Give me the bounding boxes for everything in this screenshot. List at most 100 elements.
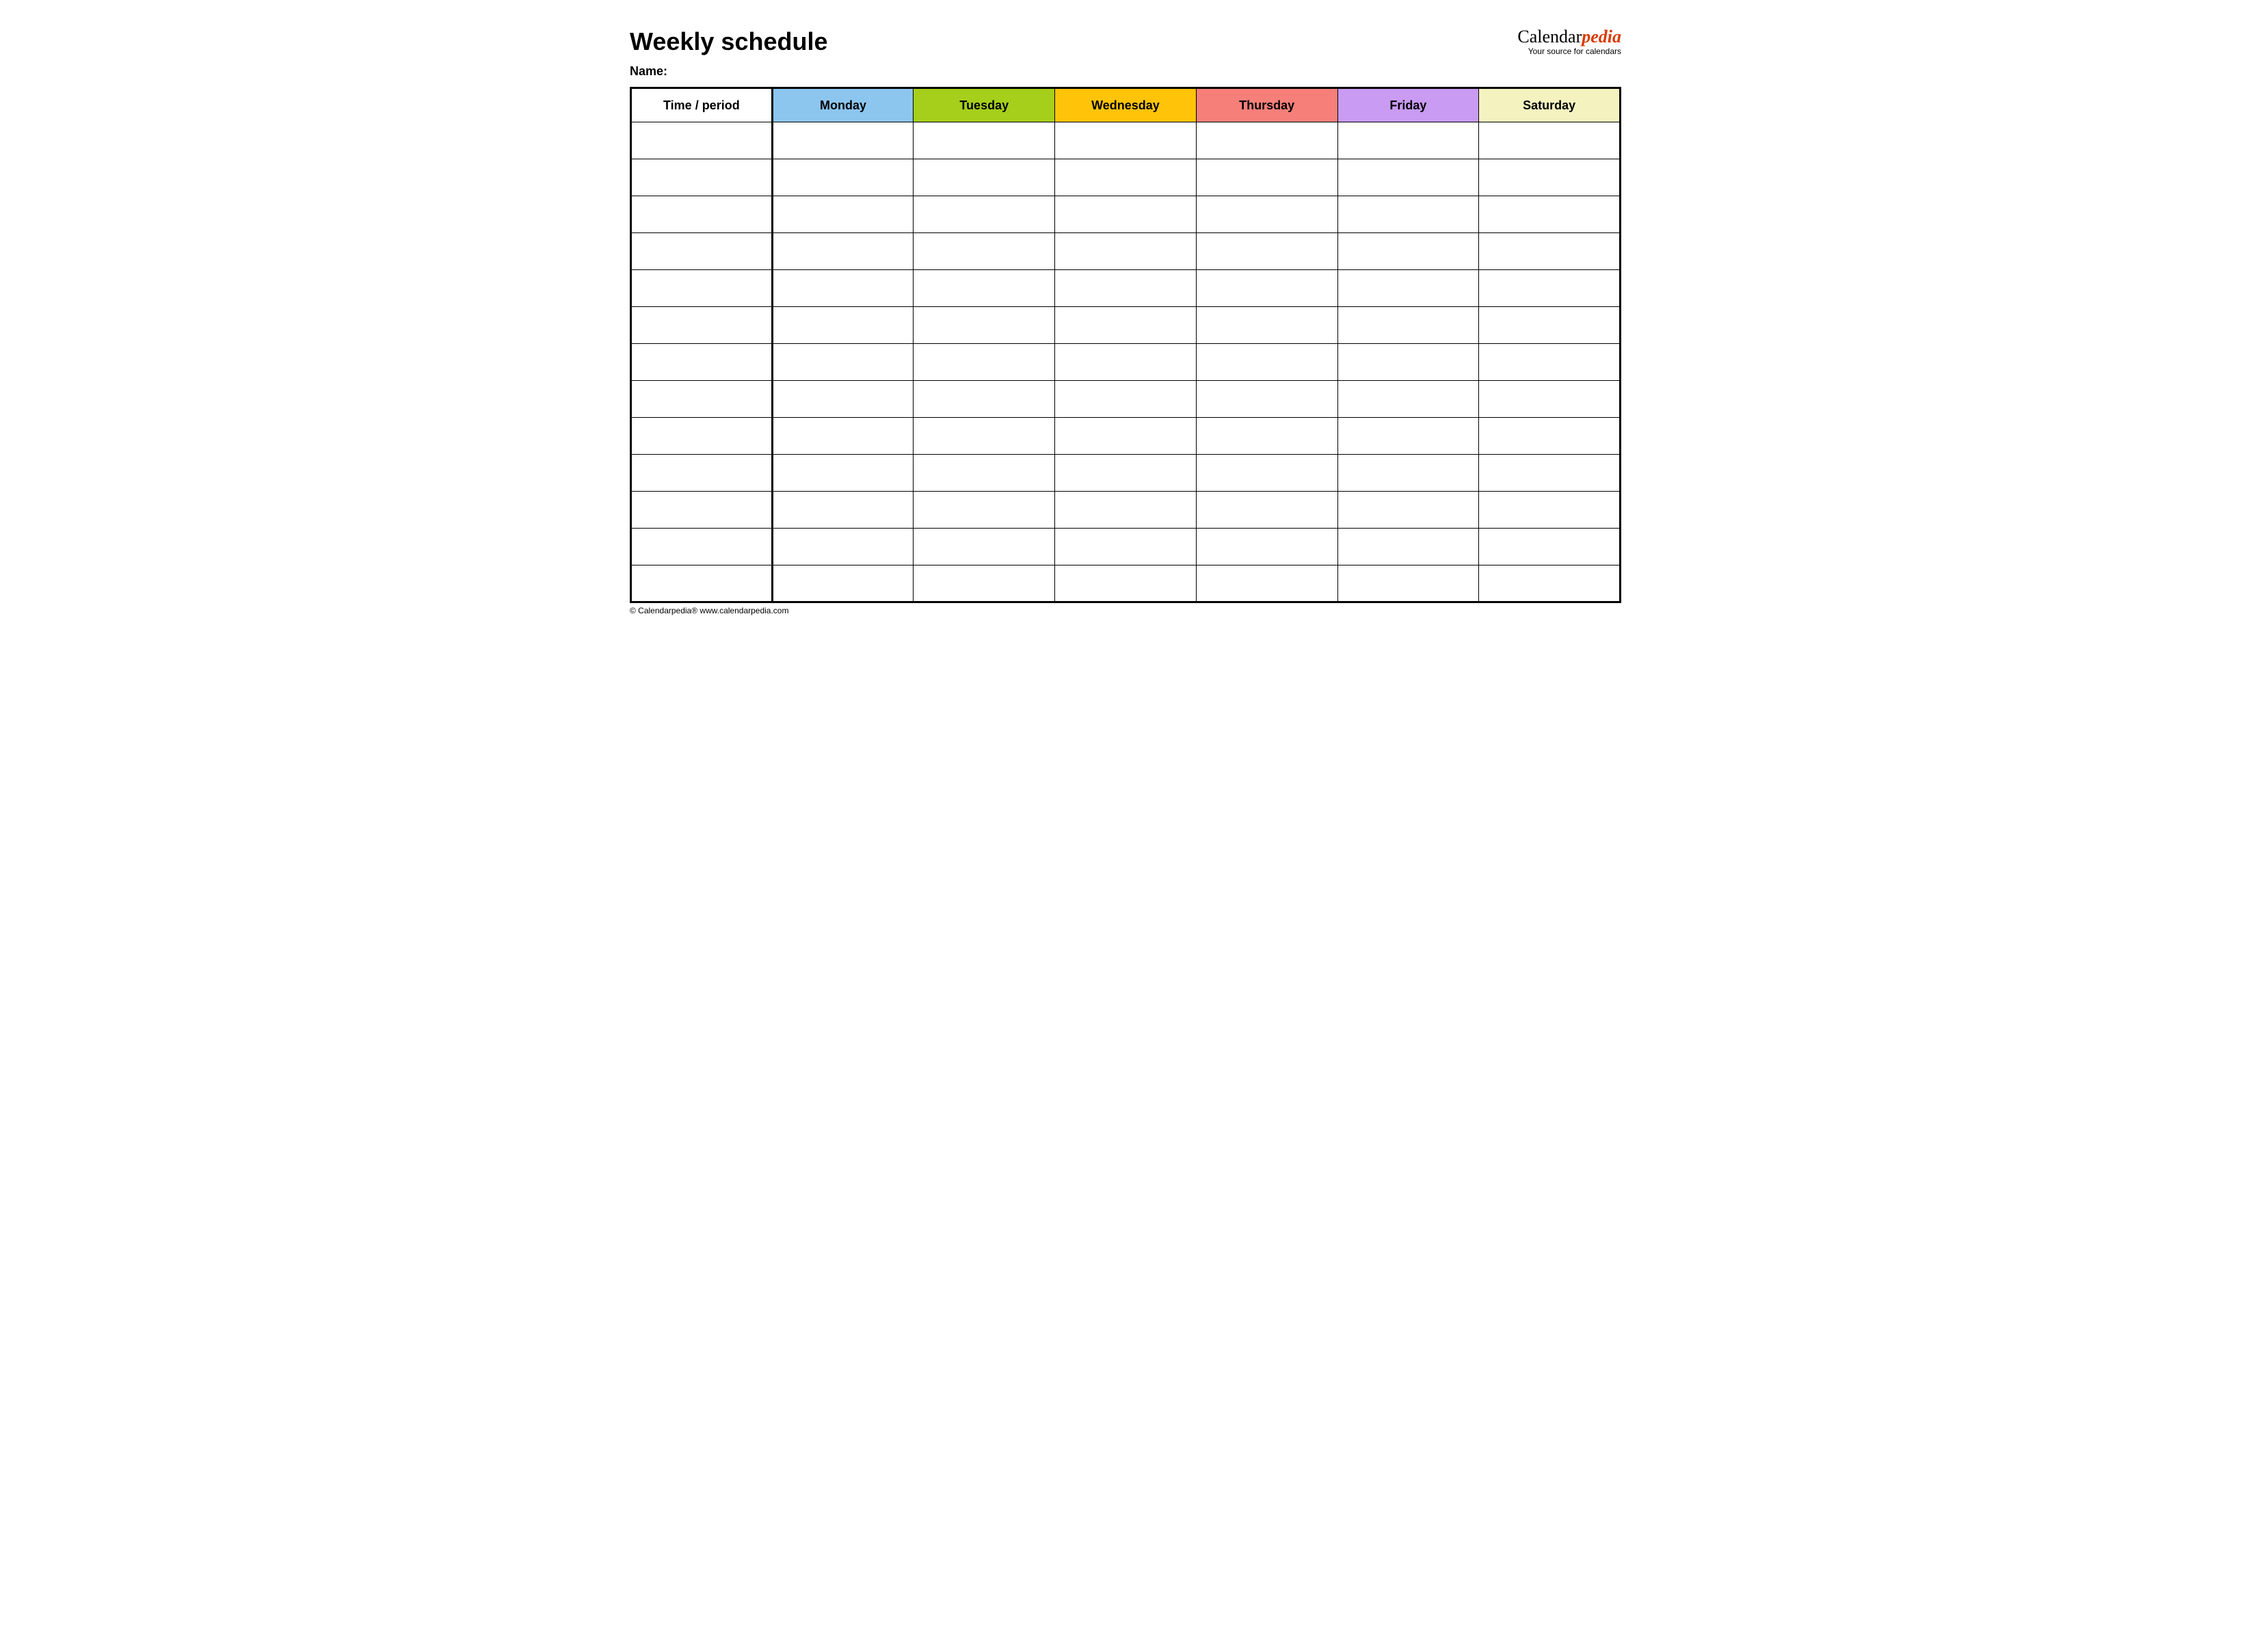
schedule-cell	[1055, 381, 1197, 418]
schedule-cell	[772, 565, 914, 602]
schedule-cell	[1196, 233, 1337, 270]
schedule-cell	[1337, 492, 1479, 529]
day-header-wednesday: Wednesday	[1055, 88, 1197, 122]
schedule-cell	[772, 270, 914, 307]
schedule-cell	[914, 529, 1055, 565]
schedule-cell	[1337, 565, 1479, 602]
schedule-cell	[914, 270, 1055, 307]
schedule-cell	[1055, 529, 1197, 565]
schedule-cell	[1337, 455, 1479, 492]
schedule-cell	[1055, 270, 1197, 307]
schedule-cell	[1196, 565, 1337, 602]
day-header-saturday: Saturday	[1479, 88, 1621, 122]
schedule-cell	[1479, 529, 1621, 565]
schedule-cell	[1337, 381, 1479, 418]
schedule-cell	[914, 196, 1055, 233]
time-cell	[631, 529, 773, 565]
schedule-cell	[1055, 307, 1197, 344]
schedule-cell	[1337, 307, 1479, 344]
schedule-cell	[1055, 233, 1197, 270]
schedule-cell	[772, 529, 914, 565]
schedule-cell	[772, 381, 914, 418]
schedule-cell	[1479, 307, 1621, 344]
schedule-row	[631, 344, 1621, 381]
schedule-cell	[1479, 492, 1621, 529]
schedule-cell	[1055, 159, 1197, 196]
time-period-header: Time / period	[631, 88, 773, 122]
schedule-cell	[1479, 270, 1621, 307]
schedule-row	[631, 122, 1621, 159]
schedule-cell	[914, 344, 1055, 381]
document-header: Weekly schedule Name: Calendarpedia Your…	[630, 27, 1621, 79]
schedule-cell	[772, 307, 914, 344]
schedule-cell	[772, 418, 914, 455]
logo-prefix: Calendar	[1517, 27, 1582, 46]
schedule-cell	[1479, 196, 1621, 233]
schedule-row	[631, 455, 1621, 492]
schedule-cell	[914, 381, 1055, 418]
time-cell	[631, 196, 773, 233]
schedule-cell	[1196, 381, 1337, 418]
time-cell	[631, 270, 773, 307]
schedule-cell	[1196, 270, 1337, 307]
schedule-cell	[1196, 344, 1337, 381]
schedule-row	[631, 492, 1621, 529]
page-title: Weekly schedule	[630, 27, 827, 56]
schedule-cell	[772, 492, 914, 529]
day-header-tuesday: Tuesday	[914, 88, 1055, 122]
schedule-cell	[914, 159, 1055, 196]
schedule-cell	[1479, 381, 1621, 418]
logo-tagline: Your source for calendars	[1517, 47, 1621, 56]
schedule-row	[631, 307, 1621, 344]
schedule-cell	[1055, 122, 1197, 159]
schedule-cell	[1055, 492, 1197, 529]
schedule-cell	[1479, 159, 1621, 196]
schedule-cell	[914, 418, 1055, 455]
schedule-cell	[1196, 159, 1337, 196]
time-cell	[631, 344, 773, 381]
schedule-cell	[1196, 492, 1337, 529]
schedule-cell	[1196, 418, 1337, 455]
time-cell	[631, 307, 773, 344]
logo-suffix: pedia	[1582, 27, 1621, 46]
schedule-cell	[772, 344, 914, 381]
time-cell	[631, 122, 773, 159]
schedule-cell	[1055, 455, 1197, 492]
schedule-cell	[914, 233, 1055, 270]
schedule-cell	[1337, 233, 1479, 270]
schedule-cell	[772, 122, 914, 159]
time-cell	[631, 418, 773, 455]
schedule-cell	[772, 455, 914, 492]
day-header-monday: Monday	[772, 88, 914, 122]
schedule-row	[631, 529, 1621, 565]
schedule-cell	[914, 492, 1055, 529]
schedule-cell	[1479, 122, 1621, 159]
schedule-cell	[1337, 159, 1479, 196]
schedule-row	[631, 565, 1621, 602]
footer-copyright: © Calendarpedia® www.calendarpedia.com	[630, 606, 1621, 615]
schedule-cell	[772, 159, 914, 196]
schedule-row	[631, 159, 1621, 196]
schedule-row	[631, 196, 1621, 233]
schedule-cell	[1055, 344, 1197, 381]
time-cell	[631, 233, 773, 270]
day-header-thursday: Thursday	[1196, 88, 1337, 122]
schedule-cell	[1479, 565, 1621, 602]
schedule-cell	[1055, 565, 1197, 602]
schedule-cell	[914, 122, 1055, 159]
schedule-cell	[1479, 233, 1621, 270]
schedule-row	[631, 270, 1621, 307]
schedule-cell	[1196, 122, 1337, 159]
schedule-cell	[1337, 196, 1479, 233]
schedule-cell	[1337, 344, 1479, 381]
schedule-cell	[1196, 196, 1337, 233]
schedule-cell	[1196, 455, 1337, 492]
schedule-table: Time / period MondayTuesdayWednesdayThur…	[630, 87, 1621, 603]
schedule-cell	[1055, 418, 1197, 455]
schedule-row	[631, 381, 1621, 418]
time-cell	[631, 492, 773, 529]
schedule-cell	[1479, 418, 1621, 455]
name-label: Name:	[630, 64, 827, 79]
schedule-cell	[914, 307, 1055, 344]
time-cell	[631, 381, 773, 418]
